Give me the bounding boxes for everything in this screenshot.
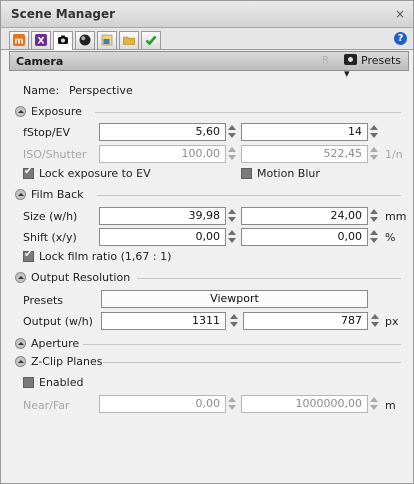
exposure-title: Exposure — [31, 105, 82, 118]
output-width-input[interactable]: 1311 — [101, 312, 226, 330]
iso-label: ISO/Shutter — [23, 148, 87, 161]
svg-text:m: m — [14, 37, 23, 47]
material-m-icon: m — [13, 34, 25, 46]
size-height-spinner[interactable] — [370, 208, 378, 224]
shift-y-spinner[interactable] — [370, 229, 378, 245]
check-icon — [145, 35, 157, 46]
camera-header: Camera R Presets ▾ — [9, 51, 409, 80]
collapse-chevron-icon[interactable] — [15, 356, 26, 367]
tab-image[interactable] — [97, 31, 117, 49]
fstop-label: fStop/EV — [23, 126, 71, 139]
fstop-input[interactable]: 5,60 — [99, 123, 226, 141]
x-tool-icon: X — [35, 34, 47, 46]
output-presets-label: Presets — [23, 294, 64, 307]
image-tab-icon — [101, 34, 113, 46]
lock-film-ratio-checkbox[interactable] — [23, 249, 34, 262]
camera-tab-icon — [58, 35, 68, 44]
zclip-enabled-label: Enabled — [39, 376, 84, 389]
camera-title: Camera — [16, 55, 64, 68]
near-input[interactable]: 0,00 — [99, 395, 226, 413]
collapse-chevron-icon[interactable] — [15, 338, 26, 349]
tab-environment[interactable] — [75, 31, 95, 49]
name-value: Perspective — [69, 84, 133, 97]
tab-bar: m X ? — [1, 28, 413, 50]
motion-blur-checkbox[interactable] — [241, 168, 252, 179]
near-spinner[interactable] — [228, 396, 236, 412]
far-input[interactable]: 1000000,00 — [241, 395, 368, 413]
far-spinner[interactable] — [370, 396, 378, 412]
section-divider — [83, 344, 401, 345]
output-unit: px — [385, 315, 399, 328]
size-width-spinner[interactable] — [228, 208, 236, 224]
tab-material[interactable]: m — [9, 31, 29, 49]
shift-x-input[interactable]: 0,00 — [99, 228, 226, 246]
output-presets-dropdown[interactable]: Viewport — [101, 290, 368, 308]
output-resolution-section-header[interactable]: Output Resolution — [15, 271, 409, 285]
scene-manager-window: Scene Manager × m X ? Camera R Presets ▾ — [0, 0, 414, 484]
tab-check[interactable] — [141, 31, 161, 49]
lock-exposure-label: Lock exposure to EV — [39, 167, 151, 180]
collapse-chevron-icon[interactable] — [15, 106, 26, 117]
tab-camera[interactable] — [53, 31, 73, 50]
output-height-input[interactable]: 787 — [243, 312, 368, 330]
presets-dropdown[interactable]: Presets ▾ — [344, 54, 408, 80]
folder-icon — [123, 36, 135, 45]
section-divider — [97, 195, 401, 196]
name-label: Name: — [23, 84, 60, 97]
section-divider — [95, 112, 401, 113]
output-size-label: Output (w/h) — [23, 315, 93, 328]
shutter-spinner[interactable] — [370, 146, 378, 162]
output-resolution-title: Output Resolution — [31, 271, 131, 284]
lock-exposure-checkbox[interactable] — [23, 166, 34, 179]
iso-input[interactable]: 100,00 — [99, 145, 226, 163]
shutter-input[interactable]: 522,45 — [241, 145, 368, 163]
iso-spinner[interactable] — [228, 146, 236, 162]
close-icon[interactable]: × — [395, 7, 405, 21]
nearfar-label: Near/Far — [23, 399, 70, 412]
shift-label: Shift (x/y) — [23, 231, 77, 244]
zclip-enabled-checkbox[interactable] — [23, 377, 34, 388]
shutter-unit: 1/n — [385, 148, 403, 161]
ev-input[interactable]: 14 — [241, 123, 368, 141]
aperture-section-header[interactable]: Aperture — [15, 337, 409, 351]
section-divider — [103, 362, 401, 363]
tab-x[interactable]: X — [31, 31, 51, 49]
aperture-title: Aperture — [31, 337, 80, 350]
size-unit: mm — [385, 210, 407, 223]
section-divider — [137, 278, 401, 279]
window-title: Scene Manager — [11, 7, 116, 21]
fstop-spinner[interactable] — [228, 124, 236, 140]
collapse-chevron-icon[interactable] — [15, 272, 26, 283]
output-height-spinner[interactable] — [371, 313, 379, 329]
r-label: R — [322, 55, 329, 66]
nearfar-unit: m — [385, 399, 396, 412]
output-width-spinner[interactable] — [230, 313, 238, 329]
title-bar: Scene Manager × — [1, 1, 413, 28]
size-width-input[interactable]: 39,98 — [99, 207, 226, 225]
zclip-title: Z-Clip Planes — [31, 355, 103, 368]
exposure-section-header[interactable]: Exposure — [15, 105, 409, 119]
film-back-title: Film Back — [31, 188, 84, 201]
help-icon[interactable]: ? — [394, 32, 407, 45]
lock-film-ratio-label: Lock film ratio (1,67 : 1) — [39, 250, 172, 263]
motion-blur-label: Motion Blur — [257, 167, 320, 180]
shift-y-input[interactable]: 0,00 — [241, 228, 368, 246]
film-back-section-header[interactable]: Film Back — [15, 188, 409, 202]
ev-spinner[interactable] — [370, 124, 378, 140]
collapse-chevron-icon[interactable] — [15, 189, 26, 200]
camera-presets-icon — [344, 54, 357, 65]
size-height-input[interactable]: 24,00 — [241, 207, 368, 225]
sphere-icon — [79, 34, 91, 46]
shift-x-spinner[interactable] — [228, 229, 236, 245]
shift-unit: % — [385, 231, 396, 244]
svg-text:X: X — [38, 37, 45, 47]
size-label: Size (w/h) — [23, 210, 78, 223]
zclip-section-header[interactable]: Z-Clip Planes — [15, 355, 409, 369]
tab-folder[interactable] — [119, 31, 139, 49]
